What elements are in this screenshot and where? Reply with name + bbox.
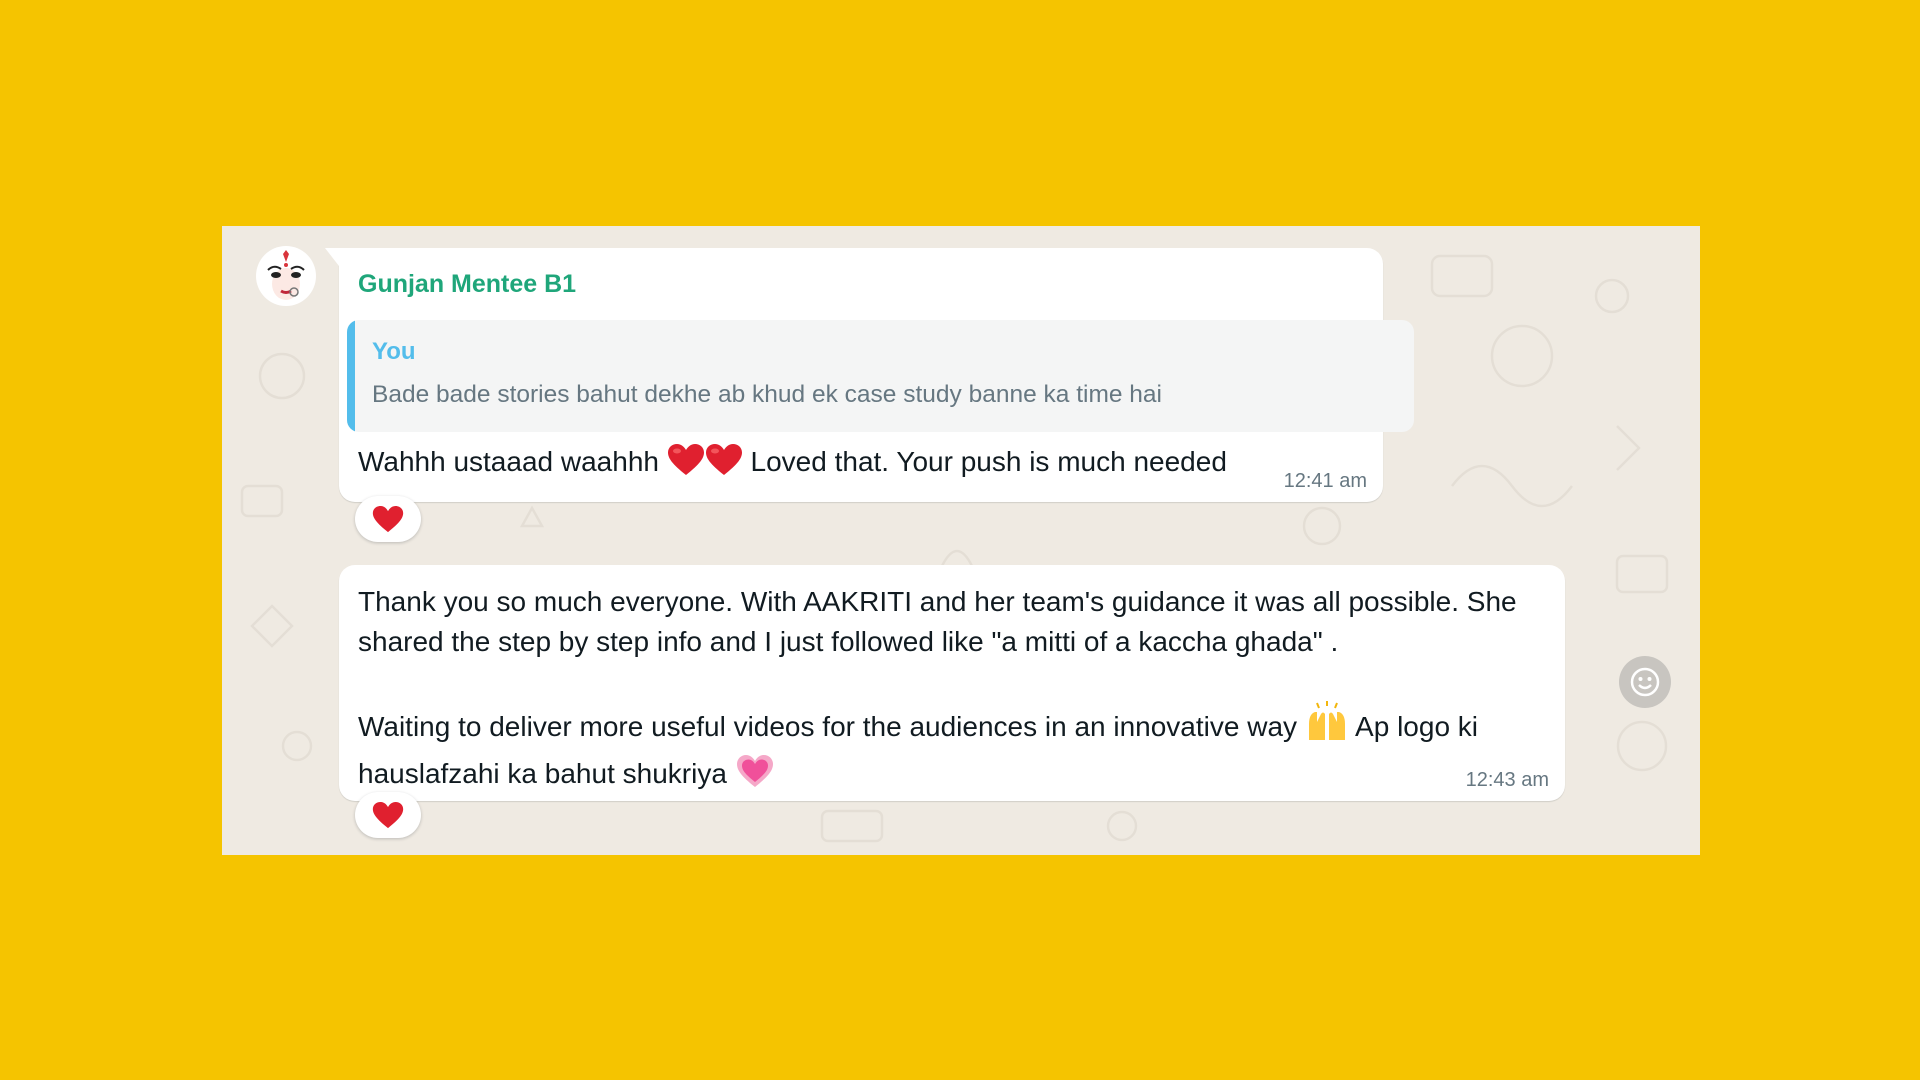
sender-name[interactable]: Gunjan Mentee B1 (358, 270, 576, 299)
red-heart-icon (372, 505, 404, 532)
quote-accent-bar (347, 320, 355, 432)
smiley-icon (1630, 667, 1660, 697)
raising-hands-icon (1305, 700, 1349, 753)
quoted-message[interactable]: You Bade bade stories bahut dekhe ab khu… (347, 320, 1414, 432)
quote-text: Bade bade stories bahut dekhe ab khud ek… (372, 381, 1162, 408)
message-paragraph: Waiting to deliver more useful videos fo… (358, 700, 1563, 800)
incoming-message-bubble[interactable]: Thank you so much everyone. With AAKRITI… (339, 565, 1565, 801)
quote-author: You (372, 338, 416, 365)
message-text: Wahhh ustaaad waahhh Loved that. Your pu… (358, 443, 1227, 484)
chat-panel: Gunjan Mentee B1 You Bade bade stories b… (222, 226, 1700, 855)
message-paragraph: Thank you so much everyone. With AAKRITI… (358, 586, 1517, 657)
red-heart-icon (372, 801, 404, 828)
red-heart-icon (705, 443, 743, 484)
reaction-badge[interactable] (355, 496, 421, 542)
reaction-badge[interactable] (355, 792, 421, 838)
red-heart-icon (667, 443, 705, 484)
message-text-start: Waiting to deliver more useful videos fo… (358, 711, 1298, 742)
message-text-end: Loved that. Your push is much needed (750, 446, 1227, 477)
incoming-message-bubble[interactable]: Gunjan Mentee B1 You Bade bade stories b… (325, 248, 1414, 502)
message-timestamp: 12:41 am (1283, 470, 1367, 492)
message-text-start: Wahhh ustaaad waahhh (358, 446, 659, 477)
sender-avatar[interactable] (256, 246, 316, 306)
add-reaction-button[interactable] (1619, 656, 1671, 708)
growing-heart-icon (735, 753, 775, 800)
message-timestamp: 12:43 am (1465, 769, 1549, 791)
